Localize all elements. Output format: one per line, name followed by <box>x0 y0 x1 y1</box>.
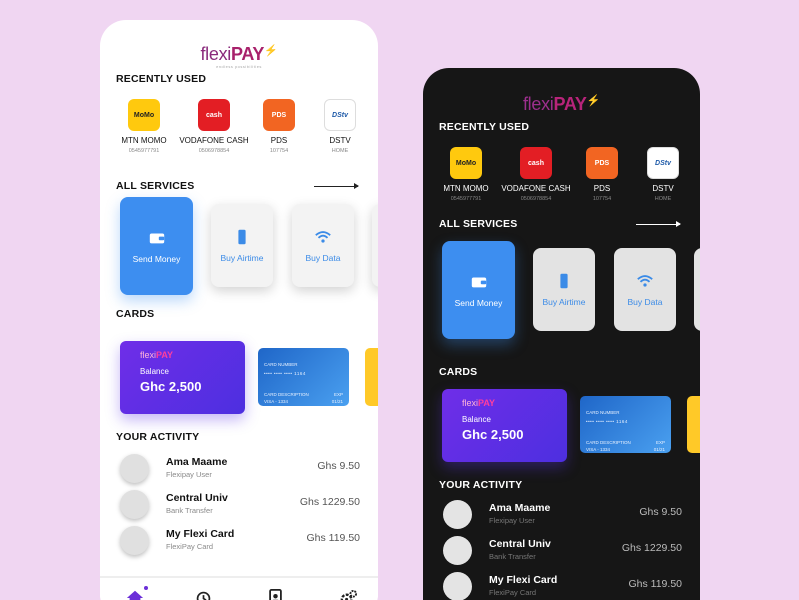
flexipay-logo: flexiPAY⚡ endless possibilities <box>200 44 278 69</box>
recently-used-title: RECENTLY USED <box>439 121 530 133</box>
avatar <box>443 500 472 529</box>
phone-icon <box>560 273 568 289</box>
home-icon[interactable] <box>125 586 148 600</box>
avatar <box>443 536 472 565</box>
recently-used-title: RECENTLY USED <box>116 73 207 85</box>
activity-row[interactable]: Central Univ Bank Transfer Ghs 1229.50 <box>120 490 360 520</box>
next-card-peek[interactable] <box>687 396 700 453</box>
recent-item-mtn-momo[interactable]: MoMo MTN MOMO 0545977791 <box>107 99 181 154</box>
bottom-nav <box>100 576 378 600</box>
recent-item-vodafone-cash[interactable]: cash VODAFONE CASH 0506978854 <box>177 99 251 154</box>
cards-title: CARDS <box>439 366 478 378</box>
activity-row[interactable]: My Flexi Card FlexiPay Card Ghs 119.50 <box>443 572 682 600</box>
more-services-button[interactable] <box>694 248 700 331</box>
card-logo: flexiPAY <box>140 350 174 360</box>
visa-card[interactable]: CARD NUMBER •••• •••• •••• 1164 CARD DES… <box>580 396 671 453</box>
buy-airtime-button[interactable]: Buy Airtime <box>211 204 273 287</box>
next-card-peek[interactable] <box>365 348 378 406</box>
spark-icon: ⚡ <box>264 45 278 57</box>
wallet-icon <box>149 233 164 243</box>
notification-dot <box>144 586 148 590</box>
send-money-button[interactable]: Send Money <box>120 197 193 295</box>
all-services-title: ALL SERVICES <box>439 218 518 230</box>
wifi-icon <box>637 275 653 287</box>
card-logo: flexiPAY <box>462 398 496 408</box>
avatar <box>120 490 149 519</box>
spark-icon: ⚡ <box>586 95 601 107</box>
your-activity-title: YOUR ACTIVITY <box>116 431 200 443</box>
light-phone-screen: flexiPAY⚡ endless possibilities RECENTLY… <box>100 20 378 600</box>
balance-value: Ghc 2,500 <box>140 379 202 394</box>
mtn-momo-icon: MoMo <box>450 147 482 179</box>
vodafone-cash-icon: cash <box>198 99 230 131</box>
phone-icon <box>238 229 246 245</box>
mtn-momo-icon: MoMo <box>128 99 160 131</box>
vodafone-cash-icon: cash <box>520 147 552 179</box>
cards-title: CARDS <box>116 308 155 320</box>
wallet-icon <box>471 277 486 287</box>
dstv-icon: DStv <box>324 99 356 131</box>
pds-icon: PDS <box>263 99 295 131</box>
avatar <box>120 526 149 555</box>
activity-row[interactable]: My Flexi Card FlexiPay Card Ghs 119.50 <box>120 526 360 556</box>
visa-card[interactable]: CARD NUMBER •••• •••• •••• 1164 CARD DES… <box>258 348 349 406</box>
buy-data-button[interactable]: Buy Data <box>292 204 354 287</box>
send-money-button[interactable]: Send Money <box>442 241 515 339</box>
dark-phone-screen: flexiPAY⚡ RECENTLY USED MoMo MTN MOMO 05… <box>423 68 700 600</box>
pds-icon: PDS <box>586 147 618 179</box>
recent-item-mtn-momo[interactable]: MoMo MTN MOMO 0545977791 <box>429 147 503 202</box>
contacts-icon[interactable] <box>265 588 285 600</box>
activity-row[interactable]: Ama Maame Flexipay User Ghs 9.50 <box>120 454 360 484</box>
dstv-icon: DStv <box>647 147 679 179</box>
avatar <box>443 572 472 600</box>
recent-item-dstv[interactable]: DStv DSTV HOME <box>626 147 700 202</box>
see-all-services-arrow-icon[interactable] <box>314 183 359 189</box>
recent-item-vodafone-cash[interactable]: cash VODAFONE CASH 0506978854 <box>499 147 573 202</box>
flexipay-balance-card[interactable]: flexiPAY Balance Ghc 2,500 <box>442 389 567 462</box>
buy-data-button[interactable]: Buy Data <box>614 248 676 331</box>
balance-value: Ghc 2,500 <box>462 427 524 442</box>
flexipay-balance-card[interactable]: flexiPAY Balance Ghc 2,500 <box>120 341 245 414</box>
more-services-button[interactable] <box>372 204 378 287</box>
avatar <box>120 454 149 483</box>
activity-row[interactable]: Central Univ Bank Transfer Ghs 1229.50 <box>443 536 682 566</box>
flexipay-logo: flexiPAY⚡ <box>522 94 601 114</box>
see-all-services-arrow-icon[interactable] <box>636 221 681 227</box>
all-services-title: ALL SERVICES <box>116 180 195 192</box>
your-activity-title: YOUR ACTIVITY <box>439 479 523 491</box>
settings-icon[interactable] <box>338 588 358 600</box>
activity-row[interactable]: Ama Maame Flexipay User Ghs 9.50 <box>443 500 682 530</box>
recent-item-dstv[interactable]: DStv DSTV HOME <box>303 99 377 154</box>
buy-airtime-button[interactable]: Buy Airtime <box>533 248 595 331</box>
history-icon[interactable] <box>193 588 213 600</box>
wifi-icon <box>315 231 331 243</box>
